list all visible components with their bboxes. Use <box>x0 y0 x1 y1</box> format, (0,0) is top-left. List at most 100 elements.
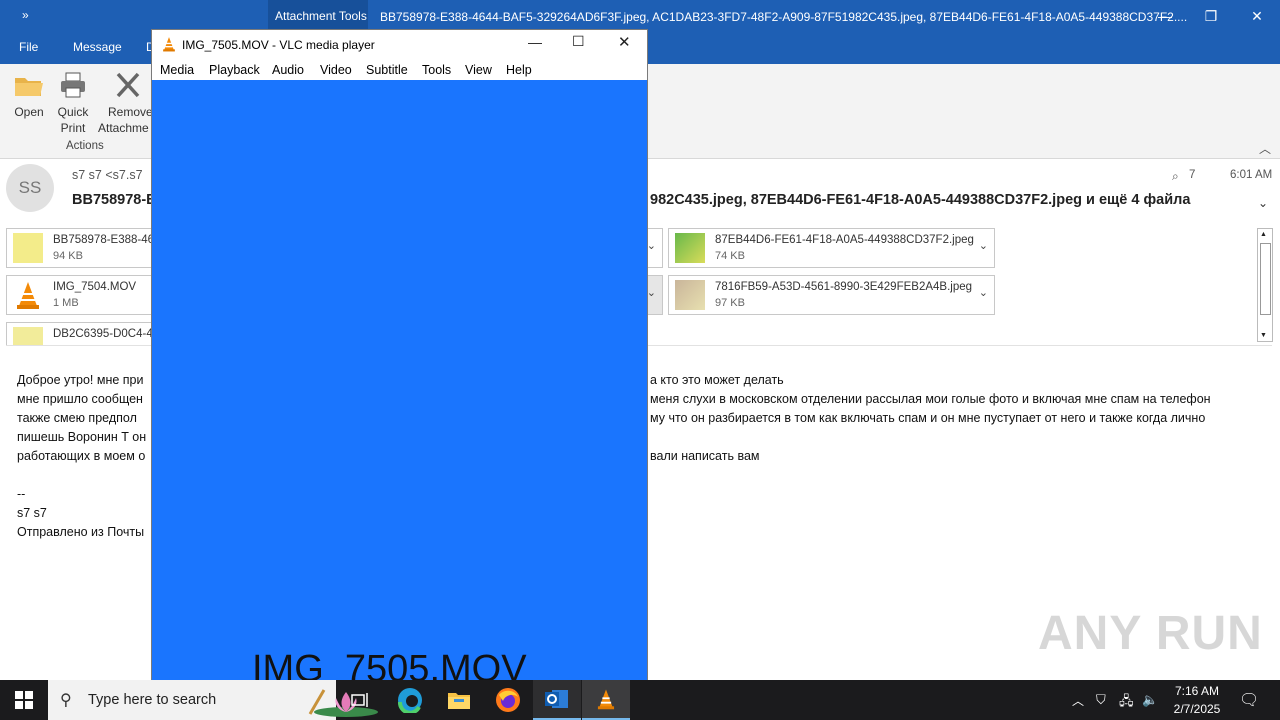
network-icon[interactable]: 🖧 <box>1119 692 1134 714</box>
window-title: BB758978-E388-4644-BAF5-329264AD6F3F.jpe… <box>380 10 1188 24</box>
vlc-menu-tools[interactable]: Tools <box>422 63 451 77</box>
scroll-thumb[interactable] <box>1260 243 1271 315</box>
printer-icon <box>61 72 85 98</box>
notifications-icon[interactable]: 🗨 <box>1239 690 1259 710</box>
volume-icon[interactable]: 🔈 <box>1142 692 1158 708</box>
attachment-card[interactable]: BB758978-E388-464 94 KB <box>6 228 168 268</box>
attachment-card[interactable]: 87EB44D6-FE61-4F18-A0A5-449388CD37F2.jpe… <box>668 228 995 268</box>
remove-x-icon <box>116 72 140 98</box>
attachment-name: IMG_7504.MOV <box>53 281 137 293</box>
attachment-card[interactable]: DB2C6395-D0C4-4 <box>6 322 168 345</box>
vlc-menu-video[interactable]: Video <box>320 63 352 77</box>
vlc-menu-media[interactable]: Media <box>160 63 194 77</box>
sender[interactable]: s7 s7 <s7.s7 <box>72 168 143 182</box>
chevron-down-icon[interactable]: ⌄ <box>979 286 988 299</box>
anyrun-watermark: ANY RUN <box>1038 607 1263 660</box>
signature-sent-from: Отправлено из Почты <box>17 525 145 539</box>
image-thumbnail-icon <box>13 233 43 263</box>
vlc-title: IMG_7505.MOV - VLC media player <box>182 38 375 52</box>
quick-print-label-1: Quick <box>57 105 89 119</box>
quick-access-icon[interactable]: » <box>22 8 29 22</box>
attachment-name: DB2C6395-D0C4-4 <box>53 328 153 340</box>
vlc-video-surface[interactable]: IMG_7505.MOV <box>152 80 647 680</box>
body-line: а кто это может делать <box>650 373 784 387</box>
attachments-scrollbar[interactable]: ▲ ▼ <box>1257 228 1273 342</box>
vlc-cone-icon <box>163 37 175 52</box>
minimize-button[interactable]: — <box>1142 0 1188 32</box>
signature-separator: -- <box>17 487 26 501</box>
open-label: Open <box>14 105 44 119</box>
attachment-size: 74 KB <box>715 250 745 262</box>
quick-print-label-2: Print <box>60 121 86 135</box>
task-view-icon[interactable] <box>336 680 384 720</box>
file-explorer-icon[interactable] <box>435 680 483 720</box>
vlc-menu-playback[interactable]: Playback <box>209 63 260 77</box>
vlc-menu-audio[interactable]: Audio <box>272 63 304 77</box>
attachment-count: 7 <box>1189 169 1196 181</box>
attachment-name: 7816FB59-A53D-4561-8990-3E429FEB2A4B.jpe… <box>715 281 973 293</box>
search-placeholder: Type here to search <box>88 692 217 708</box>
outlook-title-bar: » Attachment Tools BB758978-E388-4644-BA… <box>0 0 1280 32</box>
body-line: пишешь Воронин Т он <box>17 430 147 444</box>
vlc-menu-bar: Media Playback Audio Video Subtitle Tool… <box>152 58 647 80</box>
subject-right: 982C435.jpeg, 87EB44D6-FE61-4F18-A0A5-44… <box>650 192 1191 208</box>
body-line: вали написать вам <box>650 449 760 463</box>
attachment-card[interactable]: IMG_7504.MOV 1 MB <box>6 275 168 315</box>
tab-file[interactable]: File <box>19 40 38 54</box>
folder-open-icon <box>15 78 43 96</box>
body-line: Доброе утро! мне при <box>17 373 144 387</box>
attachment-size: 1 MB <box>53 297 79 309</box>
chevron-down-icon[interactable]: ⌄ <box>647 239 656 252</box>
collapse-ribbon-icon[interactable]: ︿ <box>1259 140 1271 157</box>
body-line: му что он разбирается в том как включать… <box>650 411 1206 425</box>
body-line: меня слухи в московском отделении рассыл… <box>650 392 1211 406</box>
remove-attachment-button[interactable]: Remove Attachme <box>98 70 153 136</box>
taskbar-date[interactable]: 2/7/2025 <box>1168 702 1226 716</box>
vlc-menu-view[interactable]: View <box>465 63 492 77</box>
vlc-minimize-button[interactable]: — <box>528 34 542 50</box>
vlc-menu-subtitle[interactable]: Subtitle <box>366 63 408 77</box>
image-thumbnail-icon <box>13 327 43 345</box>
tab-message[interactable]: Message <box>73 40 122 54</box>
firefox-icon[interactable] <box>484 680 532 720</box>
attachment-tools-label: Attachment Tools <box>275 9 367 23</box>
vlc-window: IMG_7505.MOV - VLC media player — ☐ ✕ Me… <box>151 29 648 680</box>
attachment-name: 87EB44D6-FE61-4F18-A0A5-449388CD37F2.jpe… <box>715 234 974 246</box>
attachment-card[interactable]: 7816FB59-A53D-4561-8990-3E429FEB2A4B.jpe… <box>668 275 995 315</box>
start-button[interactable] <box>0 680 48 720</box>
scroll-up-icon[interactable]: ▲ <box>1260 231 1267 238</box>
remove-label-1: Remove <box>108 105 153 119</box>
vlc-taskbar-icon[interactable] <box>582 680 630 720</box>
chevron-down-icon[interactable]: ⌄ <box>647 286 656 299</box>
vlc-close-button[interactable]: ✕ <box>618 33 631 51</box>
attachment-name: BB758978-E388-464 <box>53 234 161 246</box>
restore-button[interactable]: ❐ <box>1188 0 1234 32</box>
taskbar-time[interactable]: 7:16 AM <box>1172 684 1222 698</box>
close-button[interactable]: ✕ <box>1234 0 1280 32</box>
video-filename-overlay: IMG_7505.MOV <box>252 648 527 680</box>
vlc-maximize-button[interactable]: ☐ <box>572 33 585 50</box>
show-hidden-icons-icon[interactable]: ︿ <box>1072 692 1084 709</box>
vlc-menu-help[interactable]: Help <box>506 63 532 77</box>
actions-group-label: Actions <box>66 140 104 152</box>
signature-name: s7 s7 <box>17 506 47 520</box>
paperclip-icon: ⌕ <box>1172 169 1179 183</box>
security-icon[interactable]: ⛉ <box>1096 692 1106 708</box>
scroll-down-icon[interactable]: ▼ <box>1260 332 1267 339</box>
vlc-title-bar[interactable]: IMG_7505.MOV - VLC media player — ☐ ✕ <box>152 30 647 58</box>
edge-icon[interactable] <box>386 680 434 720</box>
image-thumbnail-icon <box>675 233 705 263</box>
image-thumbnail-icon <box>675 280 705 310</box>
attachment-size: 97 KB <box>715 297 745 309</box>
taskbar-search-box[interactable]: ⚲ Type here to search <box>48 680 378 720</box>
search-icon: ⚲ <box>60 692 72 709</box>
chevron-down-icon[interactable]: ⌄ <box>979 239 988 252</box>
expand-header-icon[interactable]: ⌄ <box>1258 196 1268 210</box>
avatar: SS <box>6 164 54 212</box>
vlc-cone-icon <box>13 280 43 310</box>
outlook-taskbar-icon[interactable] <box>533 680 581 720</box>
attachment-size: 94 KB <box>53 250 83 262</box>
open-button[interactable]: Open <box>10 70 48 120</box>
body-line: мне пришло сообщен <box>17 392 143 406</box>
quick-print-button[interactable]: Quick Print <box>54 70 92 136</box>
